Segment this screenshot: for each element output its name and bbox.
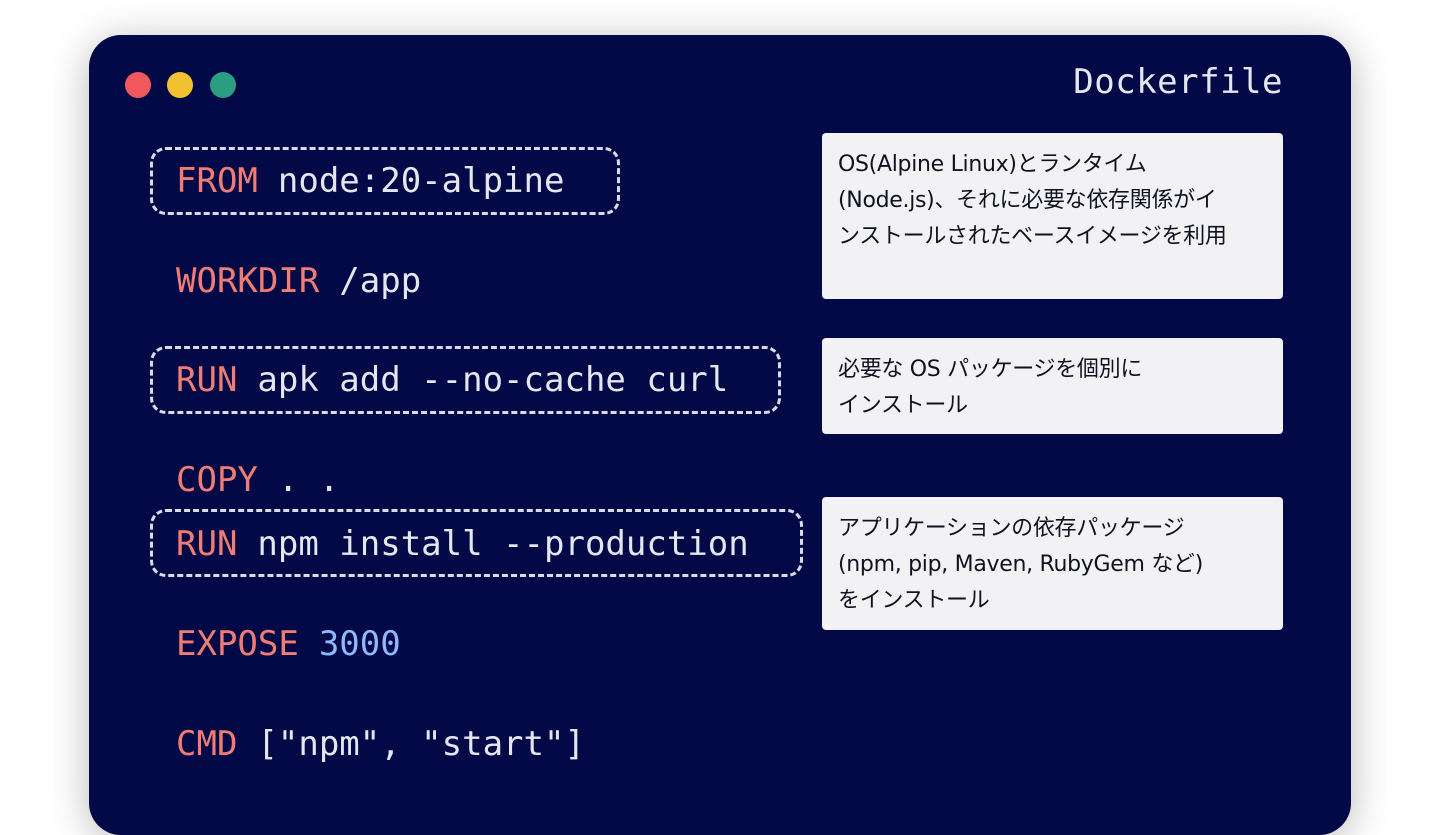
note-line: (npm, pip, Maven, RubyGem など) xyxy=(838,552,1203,577)
note-os-packages: 必要な OS パッケージを個別に インストール xyxy=(822,338,1283,434)
arg-expose-port: 3000 xyxy=(318,624,401,664)
code-line-workdir: WORKDIR/app xyxy=(176,261,421,301)
arg-cmd: ["npm", "start"] xyxy=(257,724,585,764)
note-line: インストール xyxy=(838,393,968,418)
note-line: をインストール xyxy=(838,588,990,613)
arg-from: node:20-alpine xyxy=(277,161,565,201)
note-line: ンストールされたベースイメージを利用 xyxy=(838,224,1227,249)
arg-workdir: /app xyxy=(339,261,422,301)
arg-run-apk: apk add --no-cache curl xyxy=(257,360,729,400)
maximize-dot-icon xyxy=(210,72,236,98)
note-base-image: OS(Alpine Linux)とランタイム (Node.js)、それに必要な依… xyxy=(822,133,1283,299)
keyword-copy: COPY xyxy=(176,460,258,500)
close-dot-icon xyxy=(125,72,151,98)
note-line: (Node.js)、それに必要な依存関係がイ xyxy=(838,188,1217,213)
arg-copy: . . xyxy=(277,460,340,500)
note-line: OS(Alpine Linux)とランタイム xyxy=(838,152,1147,177)
keyword-expose: EXPOSE xyxy=(176,624,299,664)
keyword-from: FROM xyxy=(176,161,258,201)
keyword-workdir: WORKDIR xyxy=(176,261,320,301)
keyword-run-apk: RUN xyxy=(176,360,238,400)
code-line-run-npm: RUN npm install --production xyxy=(176,524,749,564)
keyword-run-npm: RUN xyxy=(176,524,238,564)
arg-run-npm: npm install --production xyxy=(257,524,749,564)
note-line: アプリケーションの依存パッケージ xyxy=(838,516,1185,541)
code-line-run-apk: RUN apk add --no-cache curl xyxy=(176,360,728,400)
code-line-from: FROM node:20-alpine xyxy=(176,161,564,201)
minimize-dot-icon xyxy=(167,72,193,98)
keyword-cmd: CMD xyxy=(176,724,238,764)
note-line: 必要な OS パッケージを個別に xyxy=(838,357,1143,382)
code-line-cmd: CMD ["npm", "start"] xyxy=(176,724,585,764)
window-title: Dockerfile xyxy=(1073,62,1283,102)
note-app-deps: アプリケーションの依存パッケージ (npm, pip, Maven, RubyG… xyxy=(822,497,1283,630)
code-line-expose: EXPOSE 3000 xyxy=(176,624,401,664)
code-line-copy: COPY . . xyxy=(176,460,339,500)
